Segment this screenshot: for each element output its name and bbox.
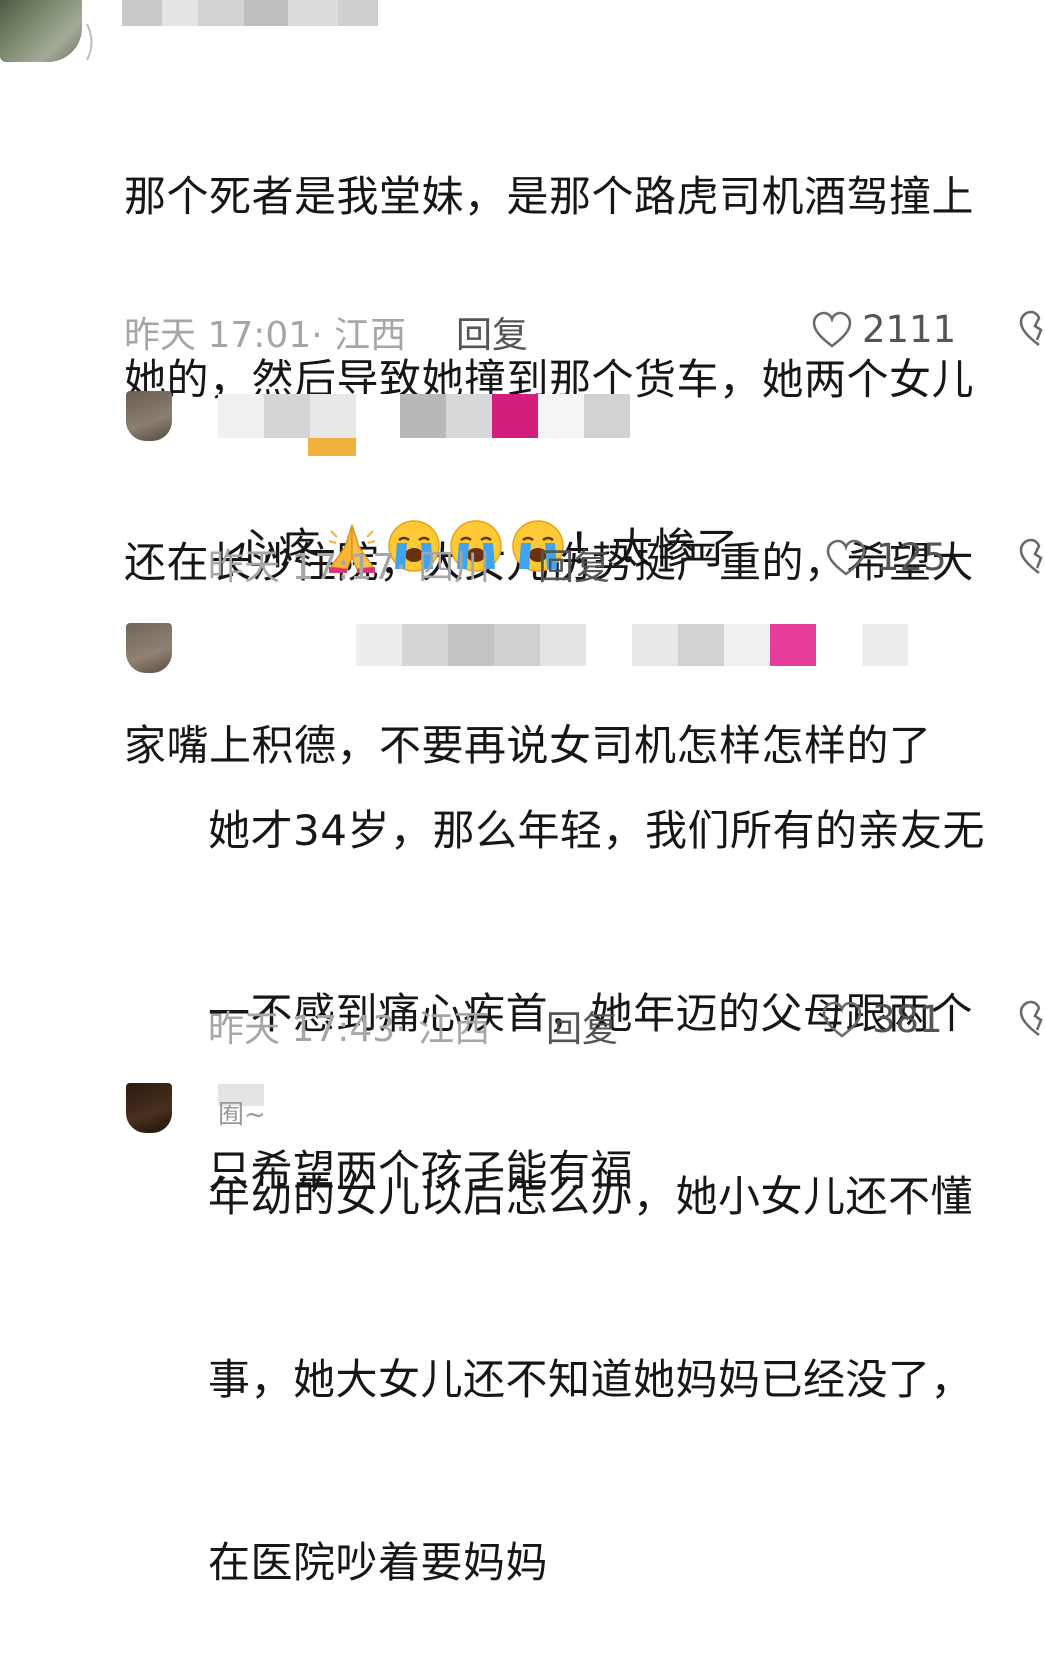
like-button[interactable]: 381 <box>822 998 943 1041</box>
avatar-arc <box>86 23 93 61</box>
username-blurred[interactable] <box>218 394 630 438</box>
like-count: 2111 <box>862 308 957 351</box>
comment-time-location: 昨天 17:01· 江西 <box>124 315 407 356</box>
comment-line: 她才34岁，那么年轻，我们所有的亲友无 <box>208 806 985 855</box>
reply-button[interactable]: 回复 <box>546 1000 618 1052</box>
like-count: 381 <box>872 998 943 1041</box>
avatar[interactable] <box>0 0 82 62</box>
username-blurred[interactable] <box>356 624 908 666</box>
comment-line: 事，她大女儿还不知道她妈妈已经没了， <box>208 1355 974 1404</box>
heart-outline-icon <box>822 1001 862 1038</box>
reply-button[interactable]: 回复 <box>456 306 528 358</box>
avatar[interactable] <box>126 1083 172 1133</box>
heart-outline-icon <box>826 539 866 576</box>
comment-line: 那个死者是我堂妹，是那个路虎司机酒驾撞上 <box>124 172 975 221</box>
broken-heart-outline-icon[interactable] <box>1019 538 1045 576</box>
broken-heart-outline-icon[interactable] <box>1019 1000 1045 1038</box>
broken-heart-outline-icon[interactable] <box>1019 310 1045 348</box>
like-button[interactable]: 2111 <box>812 308 956 351</box>
avatar[interactable] <box>126 391 172 441</box>
comment-time-location: 昨天 17:43· 江西 <box>208 1009 491 1050</box>
heart-outline-icon <box>812 311 852 348</box>
comment-line: 在医院吵着要妈妈 <box>208 1538 549 1587</box>
username-fragment[interactable]: 囿~ <box>218 1094 266 1131</box>
reply-button[interactable]: 回复 <box>538 538 610 590</box>
comment-time-location: 昨天 17:17· 四川 <box>208 547 491 588</box>
username-blurred[interactable] <box>122 0 378 26</box>
like-button[interactable]: 125 <box>826 536 947 579</box>
comment-text: 只希望两个孩子能有福 <box>208 1146 634 1195</box>
avatar[interactable] <box>126 623 172 673</box>
username-blurred-fragment <box>308 438 356 456</box>
like-count: 125 <box>876 536 947 579</box>
